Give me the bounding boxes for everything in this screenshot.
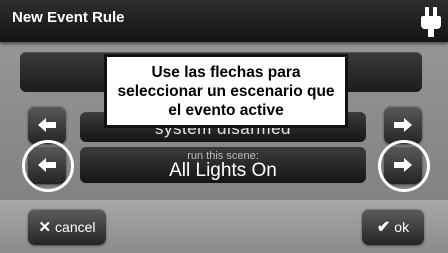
instruction-callout: Use las flechas para seleccionar un esce… [104, 54, 348, 128]
arrow-left-icon [38, 118, 56, 132]
title-bar: New Event Rule [0, 0, 448, 42]
ok-label: ok [394, 219, 410, 235]
event-prev-button[interactable] [28, 106, 66, 144]
event-next-button[interactable] [384, 106, 422, 144]
window-title: New Event Rule [12, 9, 125, 26]
highlight-ring-right [378, 140, 430, 192]
highlight-ring-left [22, 140, 74, 192]
callout-text: Use las flechas para seleccionar un esce… [117, 63, 335, 119]
scene-value: All Lights On [169, 160, 277, 181]
app-screen: New Event Rule system disarmed run this … [0, 0, 448, 253]
x-icon: ✕ [38, 219, 52, 236]
ok-button[interactable]: ✔ ok [362, 209, 424, 245]
cancel-label: cancel [55, 219, 96, 235]
checkmark-icon: ✔ [376, 219, 391, 236]
scene-field: run this scene: All Lights On [80, 147, 366, 183]
cancel-button[interactable]: ✕ cancel [28, 209, 106, 245]
arrow-right-icon [394, 118, 412, 132]
power-plug-icon [420, 7, 442, 37]
